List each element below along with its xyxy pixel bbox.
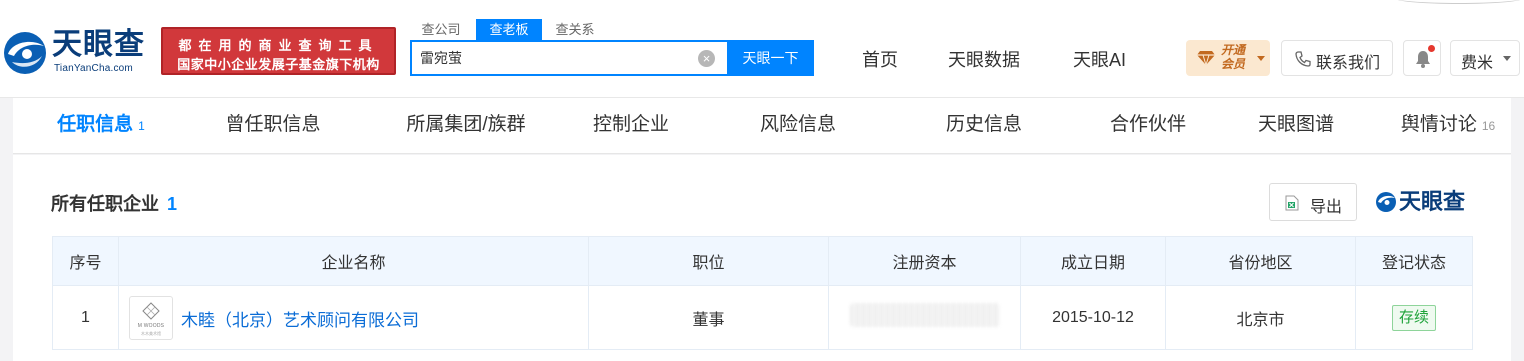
tab-public-opinion[interactable]: 舆情讨论 16 — [1393, 98, 1503, 154]
search-tab-company[interactable]: 查公司 — [411, 19, 471, 40]
tab-controlled-companies[interactable]: 控制企业 — [591, 98, 671, 154]
tab-label: 合作伙伴 — [1109, 114, 1186, 135]
tab-risk-info[interactable]: 风险信息 — [757, 98, 839, 154]
company-logo[interactable]: M WOODS 木木美术馆 — [129, 296, 173, 340]
vip-diamond-icon — [1197, 51, 1215, 66]
table-row: 1 M WOODS 木木美术馆 木睦（北京）艺术顾问有限公司 董事 2015-1… — [52, 285, 1473, 350]
tianyancha-logo[interactable]: 天眼查 TianYanCha.com — [2, 28, 154, 78]
company-logo-text: M WOODS — [137, 323, 165, 329]
user-name: 费米 — [1461, 55, 1494, 72]
table-header-row: 序号 企业名称 职位 注册资本 成立日期 省份地区 登记状态 — [52, 236, 1473, 286]
company-cell: M WOODS 木木美术馆 木睦（北京）艺术顾问有限公司 — [118, 285, 589, 350]
tab-current-positions[interactable]: 任职信息 1 — [51, 98, 151, 154]
phone-icon — [1295, 51, 1311, 67]
tab-group[interactable]: 所属集团/族群 — [401, 98, 531, 154]
tianyancha-watermark: 天眼查 — [1375, 187, 1475, 217]
user-menu[interactable]: 费米 — [1450, 40, 1520, 76]
company-logo-mark — [142, 302, 160, 320]
blurred-capital-value — [849, 303, 1000, 327]
tianyancha-logo-icon — [1376, 192, 1396, 212]
tab-history-info[interactable]: 历史信息 — [943, 98, 1025, 154]
row-capital — [828, 285, 1021, 350]
tab-count: 16 — [1481, 119, 1496, 133]
positions-table: 序号 企业名称 职位 注册资本 成立日期 省份地区 登记状态 1 M WOODS… — [52, 236, 1473, 350]
tianyancha-logo-icon — [4, 32, 46, 74]
column-header-region: 省份地区 — [1165, 236, 1356, 286]
promo-subtitle: 国家中小企业发展子基金旗下机构 — [177, 57, 380, 72]
vip-label: 开通会员 — [1221, 43, 1246, 71]
row-status: 存续 — [1355, 285, 1473, 350]
column-header-founded: 成立日期 — [1020, 236, 1166, 286]
tab-former-positions[interactable]: 曾任职信息 — [218, 98, 328, 154]
row-index: 1 — [52, 285, 119, 350]
search-tab-boss[interactable]: 查老板 — [476, 19, 542, 40]
nav-tianyan-ai[interactable]: 天眼AI — [1073, 46, 1126, 72]
nav-tianyan-data[interactable]: 天眼数据 — [948, 46, 1020, 72]
logo-chinese-text: 天眼查 — [52, 28, 145, 61]
column-header-position: 职位 — [588, 236, 829, 286]
logo-english-text: TianYanCha.com — [54, 63, 133, 74]
contact-us-button[interactable]: 联系我们 — [1281, 40, 1393, 76]
company-logo-subtext: 木木美术馆 — [141, 331, 161, 336]
tab-label: 舆情讨论 — [1400, 114, 1477, 135]
column-header-status: 登记状态 — [1355, 236, 1473, 286]
nav-home[interactable]: 首页 — [862, 46, 898, 72]
chevron-down-icon — [1257, 56, 1265, 61]
bell-icon — [1416, 51, 1430, 68]
column-header-index: 序号 — [52, 236, 119, 286]
excel-icon — [1285, 195, 1299, 211]
contact-us-label: 联系我们 — [1316, 55, 1381, 72]
tab-label: 任职信息 — [57, 114, 134, 135]
tab-label: 天眼图谱 — [1257, 114, 1334, 135]
export-button[interactable]: 导出 — [1269, 183, 1357, 221]
status-badge: 存续 — [1391, 304, 1436, 331]
tab-label: 曾任职信息 — [225, 114, 321, 135]
tab-label: 所属集团/族群 — [406, 114, 526, 135]
tab-label: 风险信息 — [759, 114, 836, 135]
export-label: 导出 — [1310, 199, 1343, 216]
tab-tianyan-graph[interactable]: 天眼图谱 — [1255, 98, 1337, 154]
search-box: × — [410, 40, 728, 76]
tab-count: 1 — [138, 119, 145, 133]
column-header-capital: 注册资本 — [828, 236, 1021, 286]
tab-label: 历史信息 — [945, 114, 1022, 135]
notification-button[interactable] — [1403, 40, 1441, 76]
notification-dot — [1428, 45, 1435, 52]
row-region: 北京市 — [1165, 285, 1356, 350]
promo-slogan: 都在用的商业查询工具 — [178, 38, 379, 53]
tab-label: 控制企业 — [592, 114, 669, 135]
search-input[interactable] — [420, 42, 690, 74]
row-founded-date: 2015-10-12 — [1020, 285, 1166, 350]
row-position: 董事 — [588, 285, 829, 350]
section-title-text: 所有任职企业 — [51, 194, 159, 214]
clear-icon[interactable]: × — [698, 50, 715, 67]
detail-tab-bar: 任职信息 1 曾任职信息 所属集团/族群 控制企业 风险信息 历史信息 合作伙伴 … — [13, 98, 1511, 154]
company-name-link[interactable]: 木睦（北京）艺术顾问有限公司 — [181, 306, 419, 331]
watermark-text: 天眼查 — [1399, 189, 1466, 214]
column-header-company: 企业名称 — [118, 236, 589, 286]
promo-banner[interactable]: 都在用的商业查询工具 国家中小企业发展子基金旗下机构 — [161, 27, 396, 75]
positions-panel: 所有任职企业 1 导出 天眼查 序号 企业名称 职位 注册资本 成立日期 省份地… — [13, 155, 1511, 361]
tab-partners[interactable]: 合作伙伴 — [1107, 98, 1189, 154]
top-header: 天眼查 TianYanCha.com 都在用的商业查询工具 国家中小企业发展子基… — [0, 0, 1524, 98]
search-button[interactable]: 天眼一下 — [727, 40, 814, 76]
section-title: 所有任职企业 1 — [51, 190, 177, 216]
section-count: 1 — [167, 194, 178, 214]
browser-edge-decoration — [1394, 0, 1524, 4]
chevron-down-icon — [1503, 56, 1511, 61]
vip-button[interactable]: 开通会员 — [1186, 40, 1270, 76]
search-tab-relation[interactable]: 查关系 — [547, 19, 603, 40]
